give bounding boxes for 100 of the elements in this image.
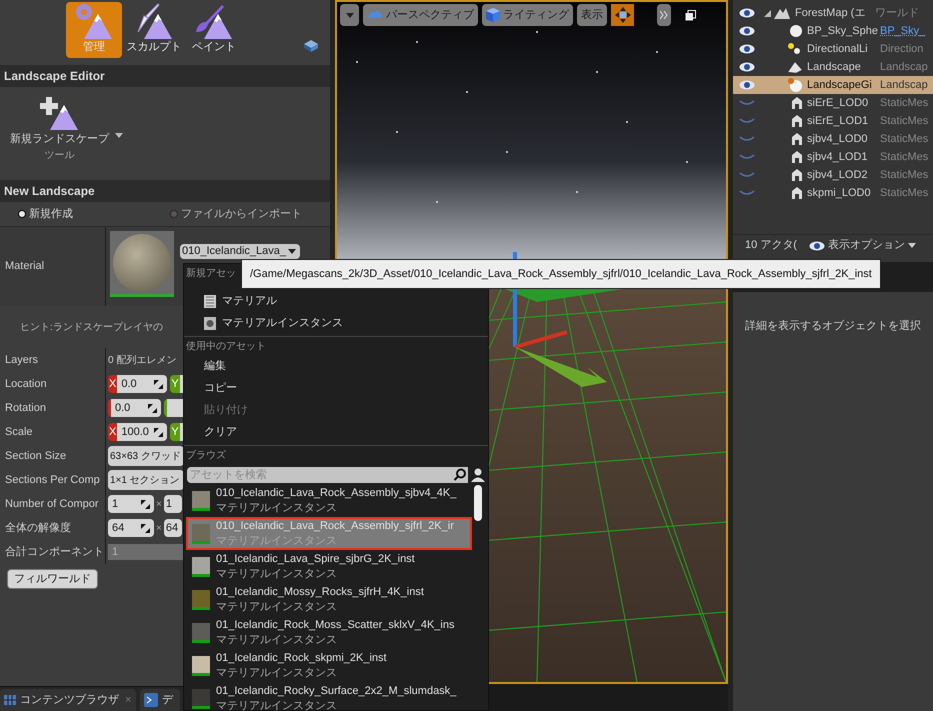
move-tool-button[interactable]: [611, 4, 634, 26]
restore-window-icon[interactable]: [685, 10, 696, 20]
outliner-row[interactable]: skpmi_LOD0 StaticMes: [733, 184, 933, 202]
eye-icon[interactable]: [739, 44, 755, 54]
asset-search-field[interactable]: アセットを検索: [187, 467, 452, 483]
actor-type: Landscap: [880, 78, 928, 93]
outliner-row[interactable]: siErE_LOD0 StaticMes: [733, 94, 933, 112]
viewport-toolbar-button[interactable]: パースペクティブ: [363, 4, 478, 26]
vector-field[interactable]: X 100.0: [108, 423, 168, 441]
actor-type: StaticMes: [880, 186, 928, 201]
actor-count: 10 アクタ(: [745, 238, 797, 254]
eye-icon[interactable]: [739, 8, 755, 18]
grid-icon: [4, 695, 16, 705]
eye-icon: [808, 240, 825, 250]
axis-label: X: [108, 377, 118, 392]
caret-icon[interactable]: [115, 133, 123, 138]
search-icon[interactable]: [452, 467, 468, 483]
asset-list-item[interactable]: 01_Icelandic_Rocky_Surface_2x2_M_slumdask_ マテリアルインスタンス: [186, 682, 472, 711]
axis-label: X: [108, 425, 118, 440]
viewport-options-button[interactable]: [340, 4, 359, 26]
mountain-icon: [773, 6, 791, 20]
outliner-row[interactable]: siErE_LOD1 StaticMes: [733, 112, 933, 130]
mode-tab[interactable]: スカルプト: [126, 2, 182, 58]
actor-label: LandscapeGi: [807, 78, 873, 93]
actor-type: Landscap: [880, 60, 928, 75]
property-value: 0 配列エレメン: [108, 354, 176, 368]
property-label: Scale: [5, 424, 33, 440]
outliner-row[interactable]: DirectionalLi Direction: [733, 40, 933, 58]
number-field[interactable]: 64: [164, 519, 182, 537]
eye-icon[interactable]: [739, 80, 755, 90]
drag-arrows-icon: [141, 500, 150, 508]
actor-label: sjbv4_LOD0: [807, 132, 869, 147]
eye-icon[interactable]: [739, 62, 755, 72]
menu-section-header: ブラウズ: [185, 448, 227, 463]
property-label: Location: [5, 376, 47, 392]
double-chevron-icon: [660, 11, 668, 19]
collapse-triangle-icon[interactable]: [764, 10, 771, 16]
scrollbar-thumb[interactable]: [474, 485, 482, 521]
property-label: Sections Per Comp: [5, 472, 100, 488]
house-icon: [791, 168, 803, 182]
actor-label: sjbv4_LOD1: [807, 150, 869, 165]
number-field[interactable]: 64: [108, 519, 154, 537]
vector-field[interactable]: 0.0: [108, 399, 161, 417]
fill-world-button[interactable]: フィルワールド: [7, 569, 98, 590]
outliner-row[interactable]: sjbv4_LOD2 StaticMes: [733, 166, 933, 184]
actor-label: sjbv4_LOD2: [807, 168, 869, 183]
more-button[interactable]: [657, 4, 671, 26]
panel-tab[interactable]: コンテンツブラウザ ×: [0, 689, 136, 711]
house-icon: [791, 96, 803, 110]
closed-eye-icon[interactable]: [739, 118, 755, 124]
material-dropdown[interactable]: 010_Icelandic_Lava_: [180, 244, 300, 259]
radio-option[interactable]: ファイルからインポート: [170, 206, 302, 222]
eye-icon[interactable]: [739, 26, 755, 36]
outliner-row[interactable]: sjbv4_LOD0 StaticMes: [733, 130, 933, 148]
number-field[interactable]: 1: [164, 495, 182, 513]
sphere-icon: [789, 24, 803, 38]
asset-type: マテリアルインスタンス: [216, 698, 338, 711]
user-icon[interactable]: [471, 468, 485, 482]
new-landscape-tool-button[interactable]: 新規ランドスケープ ツール: [10, 93, 109, 162]
axis-label: Y: [170, 425, 180, 440]
drag-arrows-icon: [148, 404, 157, 412]
house-icon: [791, 150, 803, 164]
actor-label: siErE_LOD0: [807, 96, 870, 111]
closed-eye-icon[interactable]: [739, 190, 755, 196]
actor-type: StaticMes: [880, 96, 928, 111]
outliner-row[interactable]: BP_Sky_Sphe BP_Sky_: [733, 22, 933, 40]
caret-icon: [346, 12, 354, 18]
asset-type: マテリアルインスタンス: [216, 600, 338, 614]
section-header: New Landscape: [0, 180, 330, 202]
number-field[interactable]: 1: [108, 495, 154, 513]
closed-eye-icon[interactable]: [739, 100, 755, 106]
outliner-row[interactable]: Landscape Landscap: [733, 58, 933, 76]
view-options-button[interactable]: 表示オプション: [808, 237, 916, 254]
asset-path-tooltip: /Game/Megascans_2k/3D_Asset/010_Icelandic_Lava_Rock_Assembly_sjfrl/010_Icelandic_Lava_Rock_Assembly_sjfrl_2K_inst: [241, 259, 881, 289]
mode-tab[interactable]: ペイント: [186, 2, 242, 58]
dropdown-field[interactable]: 63×63 クワッド: [108, 446, 184, 466]
drag-arrows-icon: [154, 428, 164, 436]
outliner-row[interactable]: sjbv4_LOD1 StaticMes: [733, 148, 933, 166]
material-thumbnail[interactable]: [110, 231, 174, 297]
outliner-row[interactable]: LandscapeGi Landscap: [733, 76, 933, 94]
radio-option[interactable]: 新規作成: [18, 206, 170, 222]
panel-tab[interactable]: デ: [140, 689, 180, 711]
asset-type: マテリアルインスタンス: [216, 632, 338, 648]
actor-type: StaticMes: [880, 132, 928, 147]
field-value: 0.0: [121, 376, 137, 392]
viewport-toolbar-button[interactable]: ライティング: [482, 4, 573, 26]
closed-eye-icon[interactable]: [739, 154, 755, 160]
dropdown-field[interactable]: 1×1 セクション: [108, 470, 184, 490]
closed-eye-icon[interactable]: [739, 136, 755, 142]
material-instance-icon: [204, 316, 216, 330]
outliner-row[interactable]: ForestMap (エ ワールド: [733, 4, 933, 22]
gizmo-sphere-icon: [787, 77, 803, 93]
menu-section-header: 使用中のアセット: [185, 340, 267, 354]
caret-icon: [288, 249, 296, 254]
viewport-toolbar-button[interactable]: 表示: [577, 4, 607, 26]
vector-field[interactable]: X 0.0: [108, 375, 168, 393]
field-value: 100.0: [121, 424, 149, 440]
cube-icon[interactable]: [304, 40, 318, 52]
closed-eye-icon[interactable]: [739, 172, 755, 178]
actor-type: StaticMes: [880, 150, 928, 165]
